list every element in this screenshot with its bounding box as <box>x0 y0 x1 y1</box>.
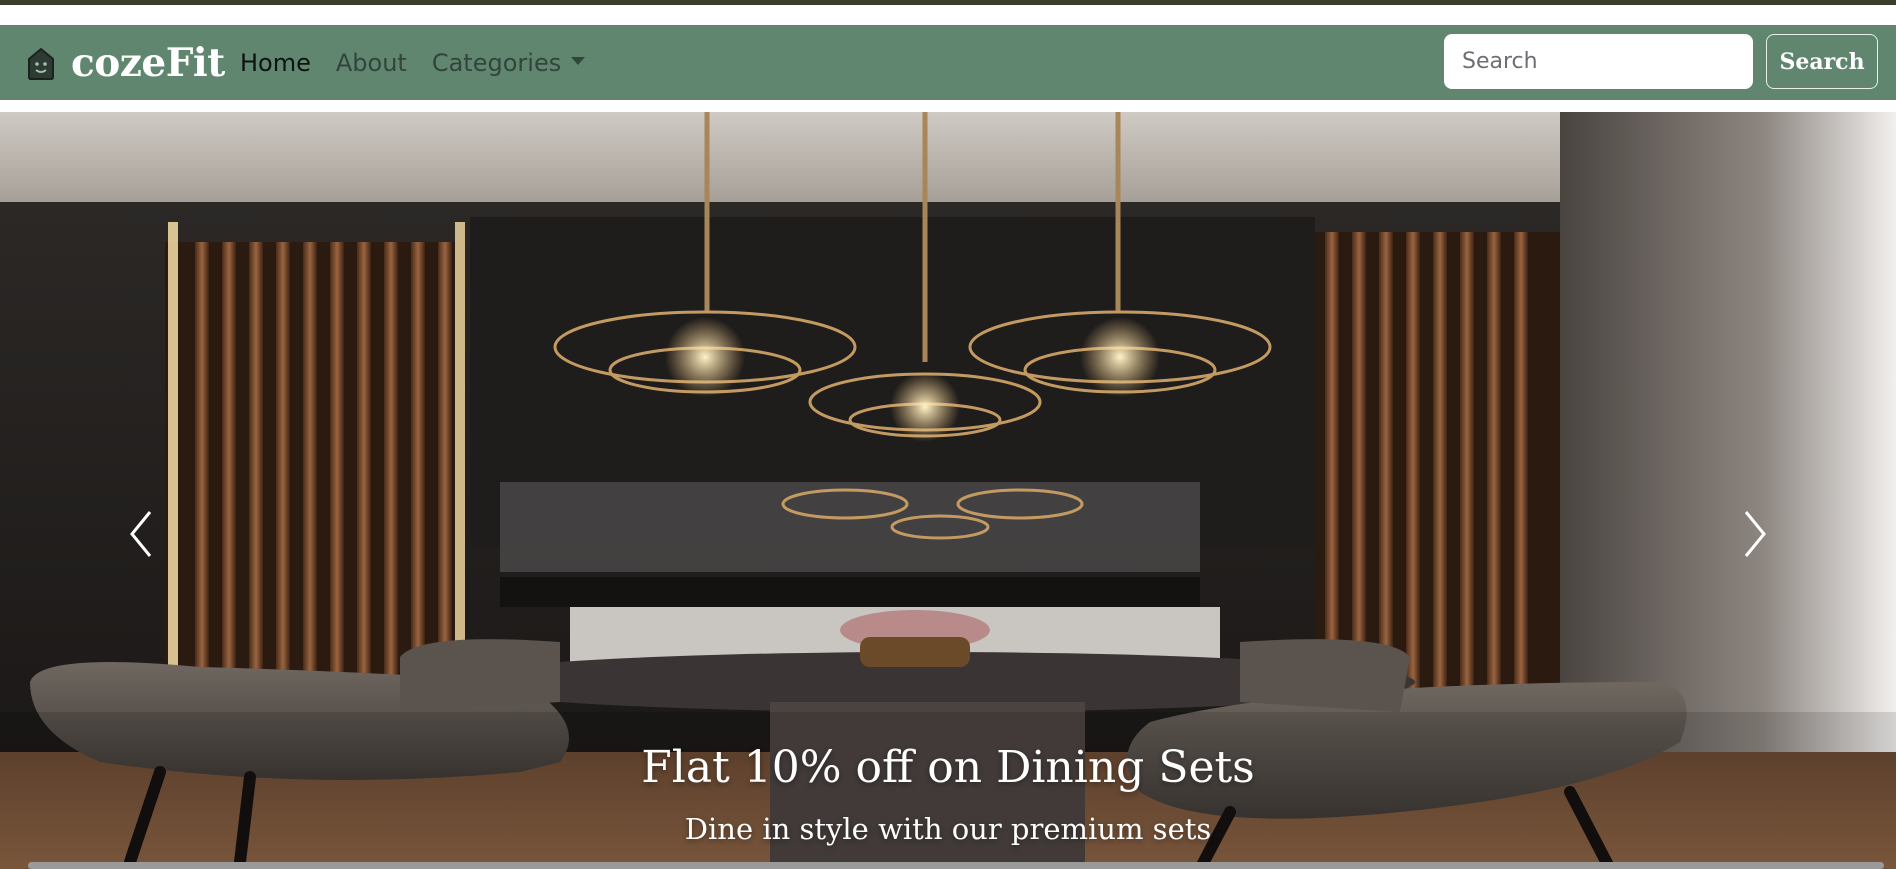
search-input[interactable] <box>1444 34 1753 89</box>
nav-categories-label: Categories <box>431 49 562 77</box>
nav-home[interactable]: Home <box>240 49 311 77</box>
brand[interactable]: cozeFit <box>25 40 225 86</box>
slide-title: Flat 10% off on Dining Sets <box>641 742 1255 793</box>
search-button[interactable]: Search <box>1766 34 1878 89</box>
chevron-left-icon[interactable] <box>118 504 168 564</box>
top-accent-bar <box>0 0 1896 5</box>
slide-subtitle: Dine in style with our premium sets <box>684 812 1212 846</box>
nav-categories-dropdown[interactable]: Categories <box>431 49 586 77</box>
nav-links: Home About Categories <box>240 49 610 77</box>
brand-name: cozeFit <box>71 40 225 86</box>
nav-about[interactable]: About <box>336 49 407 77</box>
hero-carousel: Flat 10% off on Dining Sets Dine in styl… <box>0 112 1896 869</box>
chevron-right-icon[interactable] <box>1728 504 1778 564</box>
house-face-icon <box>28 47 54 80</box>
horizontal-scrollbar[interactable] <box>28 862 1884 869</box>
caret-down-icon <box>571 57 586 65</box>
navbar: cozeFit Home About Categories Search <box>0 25 1896 100</box>
